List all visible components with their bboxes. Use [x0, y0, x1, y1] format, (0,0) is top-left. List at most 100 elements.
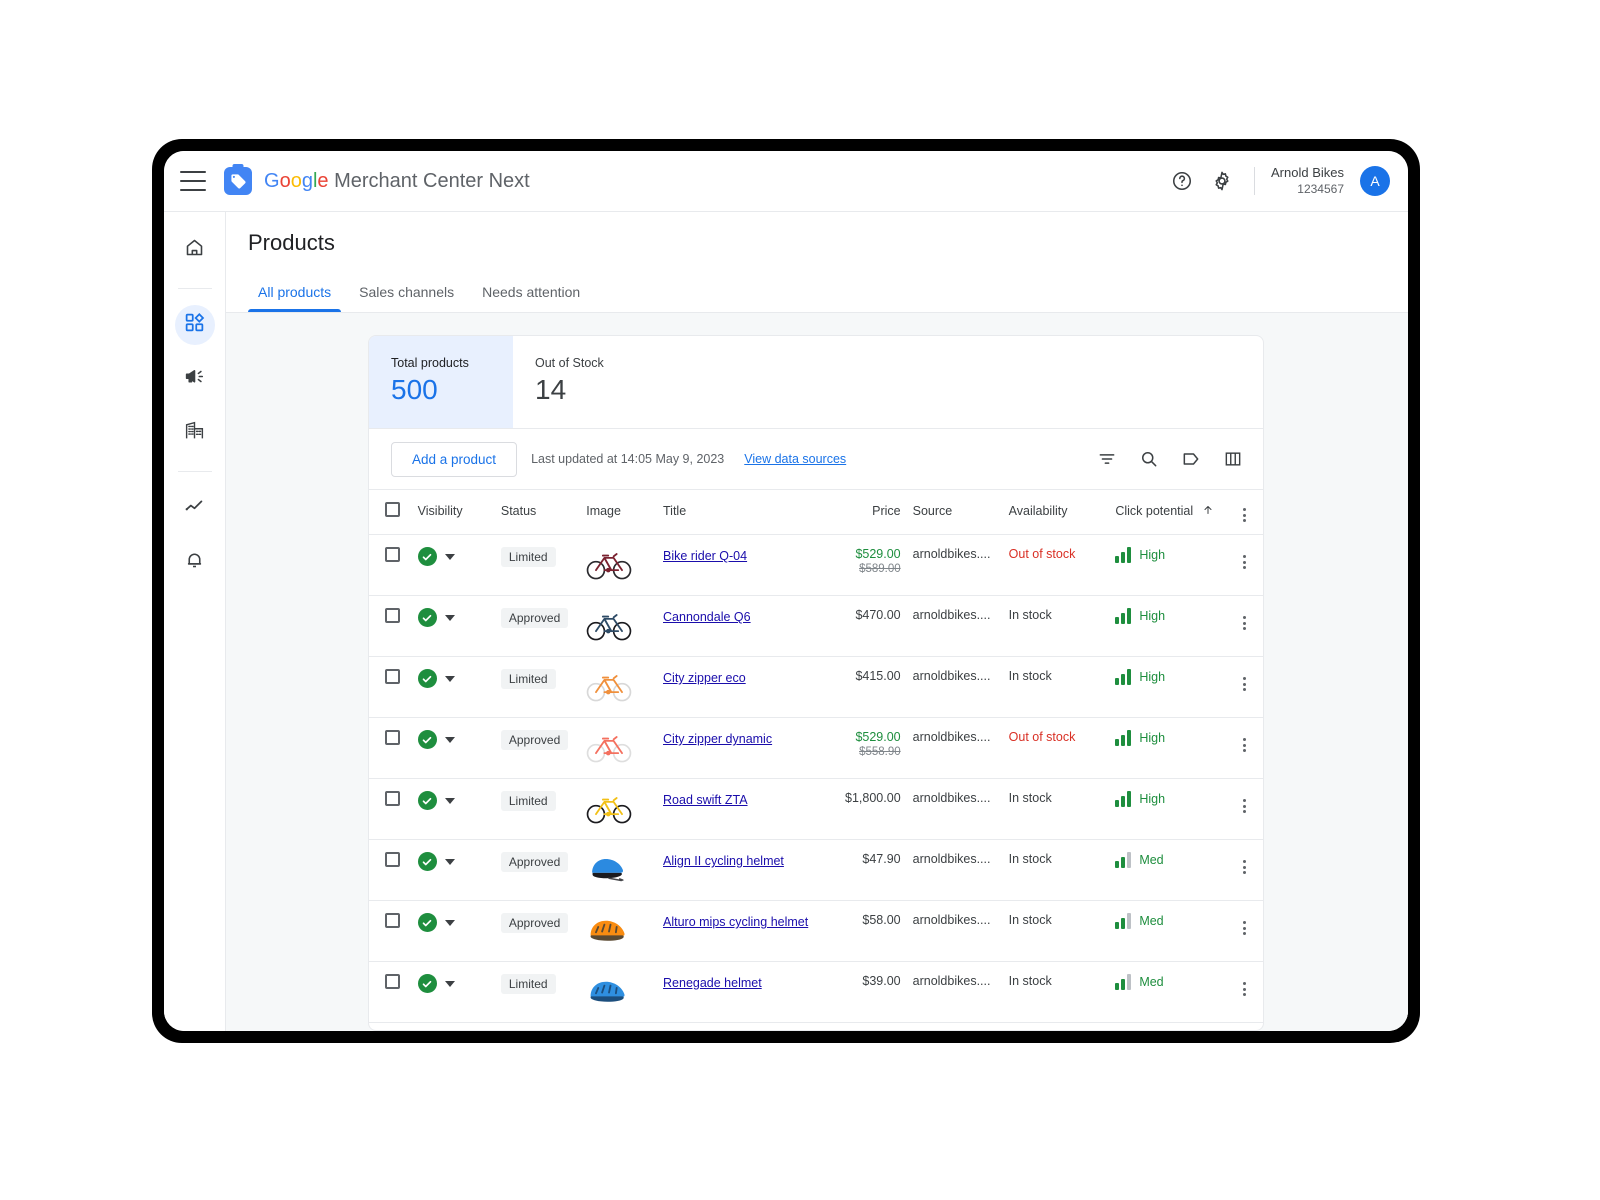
table-row[interactable]: LimitedRoad swift ZTA$1,800.00arnoldbike…	[369, 779, 1263, 840]
google-wordmark: Google	[264, 170, 334, 192]
availability-status: In stock	[1009, 913, 1052, 927]
sidebar-item-home[interactable]	[175, 230, 215, 270]
sidebar-item-marketing[interactable]	[175, 359, 215, 399]
visibility-dropdown-caret-icon[interactable]	[445, 920, 455, 926]
approved-check-icon[interactable]	[418, 791, 437, 810]
row-image-cell	[580, 657, 657, 718]
table-row[interactable]: ApprovedAlign II cycling helmet$47.90arn…	[369, 840, 1263, 901]
row-checkbox[interactable]	[385, 547, 400, 562]
column-header-source[interactable]: Source	[907, 490, 1003, 535]
visibility-dropdown-caret-icon[interactable]	[445, 981, 455, 987]
help-circle-icon[interactable]	[1164, 163, 1200, 199]
sidebar-item-notifications[interactable]	[175, 542, 215, 582]
approved-check-icon[interactable]	[418, 852, 437, 871]
row-click-potential-cell: High	[1109, 779, 1226, 840]
row-select-cell	[369, 779, 412, 840]
tab-all-products[interactable]: All products	[248, 280, 341, 312]
row-checkbox[interactable]	[385, 791, 400, 806]
account-id: 1234567	[1271, 182, 1344, 197]
account-info[interactable]: Arnold Bikes 1234567	[1271, 165, 1344, 196]
table-row[interactable]: LimitedBike rider Q-04$529.00$589.00arno…	[369, 535, 1263, 596]
row-more-options-icon[interactable]	[1243, 980, 1246, 996]
sort-ascending-icon[interactable]	[1202, 504, 1214, 518]
product-title-link[interactable]: City zipper dynamic	[663, 730, 772, 748]
row-checkbox[interactable]	[385, 974, 400, 989]
sidebar-item-business[interactable]	[175, 413, 215, 453]
column-header-availability[interactable]: Availability	[1003, 490, 1110, 535]
row-more-options-icon[interactable]	[1243, 797, 1246, 813]
product-price: $58.00	[823, 913, 901, 927]
row-checkbox[interactable]	[385, 852, 400, 867]
view-data-sources-link[interactable]: View data sources	[744, 452, 846, 466]
select-all-checkbox[interactable]	[385, 502, 400, 517]
approved-check-icon[interactable]	[418, 547, 437, 566]
approved-check-icon[interactable]	[418, 669, 437, 688]
column-header-status[interactable]: Status	[495, 490, 580, 535]
approved-check-icon[interactable]	[418, 608, 437, 627]
row-checkbox[interactable]	[385, 913, 400, 928]
row-more-options-icon[interactable]	[1243, 614, 1246, 630]
sidebar-item-products[interactable]	[175, 305, 215, 345]
avatar[interactable]: A	[1360, 166, 1390, 196]
table-row[interactable]: ApprovedBicycle basket steel$32.00arnold…	[369, 1023, 1263, 1032]
table-row[interactable]: ApprovedCannondale Q6$470.00arnoldbikes.…	[369, 596, 1263, 657]
table-row[interactable]: LimitedCity zipper eco$415.00arnoldbikes…	[369, 657, 1263, 718]
search-icon[interactable]	[1131, 441, 1167, 477]
row-source-cell: arnoldbikes....	[907, 657, 1003, 718]
click-potential-bars-icon	[1115, 852, 1131, 868]
summary-tile-value: 14	[535, 374, 631, 406]
column-header-price[interactable]: Price	[817, 490, 907, 535]
filter-icon[interactable]	[1089, 441, 1125, 477]
visibility-dropdown-caret-icon[interactable]	[445, 737, 455, 743]
column-header-image[interactable]: Image	[580, 490, 657, 535]
row-more-options-icon[interactable]	[1243, 736, 1246, 752]
product-title-link[interactable]: Alturo mips cycling helmet	[663, 913, 808, 931]
row-more-options-icon[interactable]	[1243, 858, 1246, 874]
label-tag-icon[interactable]	[1173, 441, 1209, 477]
gear-icon[interactable]	[1204, 163, 1240, 199]
approved-check-icon[interactable]	[418, 974, 437, 993]
columns-icon[interactable]	[1215, 441, 1251, 477]
visibility-dropdown-caret-icon[interactable]	[445, 615, 455, 621]
column-header-title[interactable]: Title	[657, 490, 817, 535]
table-row[interactable]: ApprovedCity zipper dynamic$529.00$558.9…	[369, 718, 1263, 779]
sidebar-item-performance[interactable]	[175, 488, 215, 528]
approved-check-icon[interactable]	[418, 913, 437, 932]
product-title-link[interactable]: Bike rider Q-04	[663, 547, 747, 565]
row-availability-cell: In stock	[1003, 596, 1110, 657]
product-title-link[interactable]: Renegade helmet	[663, 974, 762, 992]
row-price-cell: $470.00	[817, 596, 907, 657]
visibility-dropdown-caret-icon[interactable]	[445, 676, 455, 682]
column-header-click-potential[interactable]: Click potential	[1109, 490, 1226, 535]
row-more-options-icon[interactable]	[1243, 919, 1246, 935]
row-checkbox[interactable]	[385, 730, 400, 745]
row-checkbox[interactable]	[385, 608, 400, 623]
product-title-link[interactable]: Cannondale Q6	[663, 608, 751, 626]
summary-tile-out-of-stock[interactable]: Out of Stock 14	[513, 336, 657, 428]
summary-tile-total-products[interactable]: Total products 500	[369, 336, 513, 428]
add-a-product-button[interactable]: Add a product	[391, 442, 517, 477]
product-title-link[interactable]: City zipper eco	[663, 669, 746, 687]
row-more-options-cell	[1227, 535, 1263, 596]
product-title-link[interactable]: Align II cycling helmet	[663, 852, 784, 870]
tab-needs-attention[interactable]: Needs attention	[472, 280, 590, 312]
column-header-visibility[interactable]: Visibility	[412, 490, 495, 535]
row-more-options-icon[interactable]	[1243, 553, 1246, 569]
tab-sales-channels[interactable]: Sales channels	[349, 280, 464, 312]
approved-check-icon[interactable]	[418, 730, 437, 749]
product-title-link[interactable]: Road swift ZTA	[663, 791, 748, 809]
hamburger-menu-icon[interactable]	[180, 171, 206, 191]
more-options-icon[interactable]	[1243, 506, 1246, 522]
visibility-dropdown-caret-icon[interactable]	[445, 798, 455, 804]
visibility-dropdown-caret-icon[interactable]	[445, 554, 455, 560]
column-header-more-options[interactable]	[1227, 490, 1263, 535]
table-row[interactable]: ApprovedAlturo mips cycling helmet$58.00…	[369, 901, 1263, 962]
row-status-cell: Approved	[495, 1023, 580, 1032]
page-header: Products	[226, 212, 1408, 256]
table-row[interactable]: LimitedRenegade helmet$39.00arnoldbikes.…	[369, 962, 1263, 1023]
row-more-options-icon[interactable]	[1243, 675, 1246, 691]
row-checkbox[interactable]	[385, 669, 400, 684]
click-potential-bars-icon	[1115, 913, 1131, 929]
row-title-cell: City zipper dynamic	[657, 718, 817, 779]
visibility-dropdown-caret-icon[interactable]	[445, 859, 455, 865]
